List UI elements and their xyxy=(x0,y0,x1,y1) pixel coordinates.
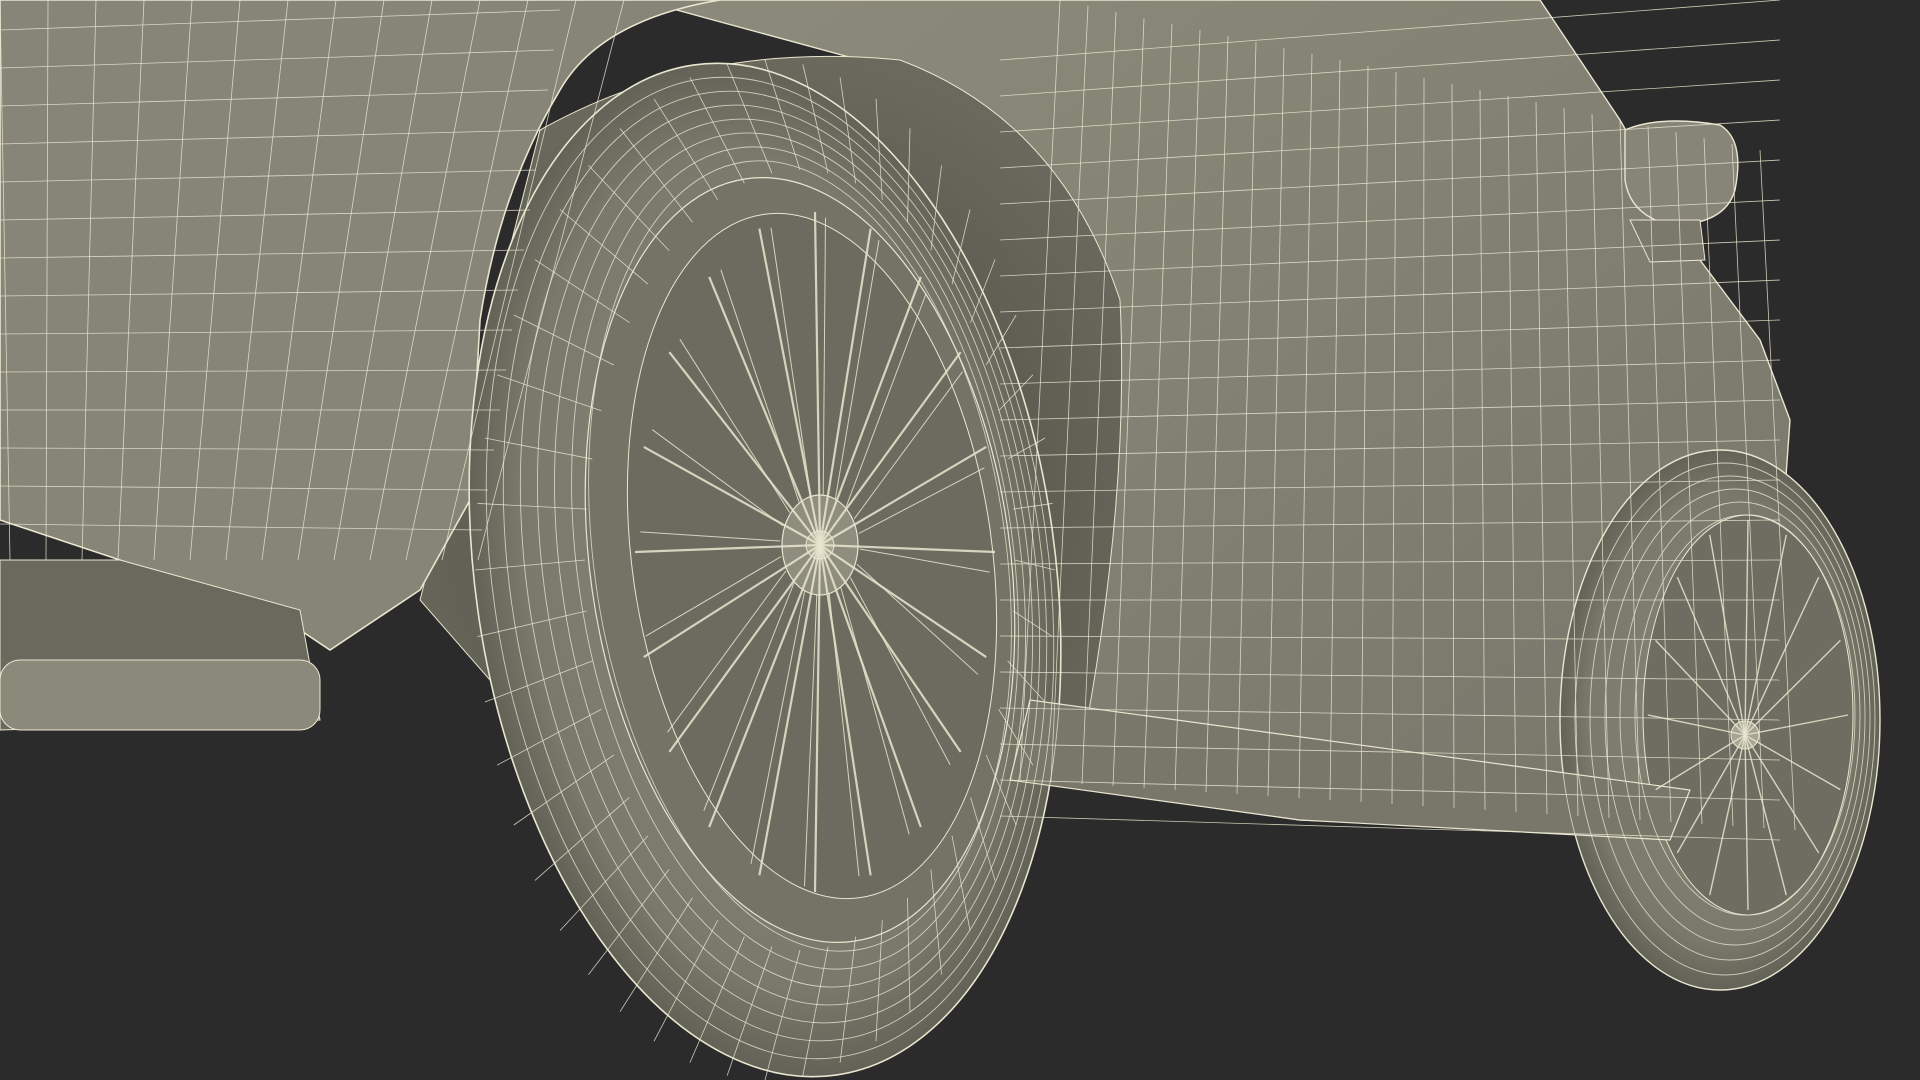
wireframe-render xyxy=(0,0,1881,1080)
rear-wheel xyxy=(1559,449,1881,991)
3d-viewport[interactable] xyxy=(0,0,1920,1080)
side-mirror xyxy=(1624,120,1739,263)
